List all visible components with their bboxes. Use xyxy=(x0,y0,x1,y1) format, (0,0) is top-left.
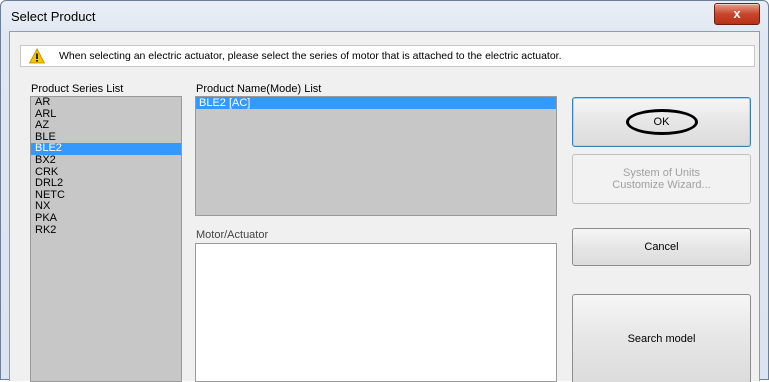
ok-button[interactable]: OK xyxy=(572,97,751,147)
dialog-body: When selecting an electric actuator, ple… xyxy=(9,31,760,382)
product-series-list[interactable]: AR ARL AZ BLE BLE2 BX2 CRK DRL2 NETC NX PKA RK2 xyxy=(30,96,182,382)
motor-actuator-list[interactable] xyxy=(195,243,557,382)
series-list-item[interactable]: ARL xyxy=(31,108,181,121)
notice-text: When selecting an electric actuator, ple… xyxy=(59,50,562,62)
search-model-button[interactable]: Search model xyxy=(572,294,751,382)
highlight-circle: OK xyxy=(625,109,698,135)
series-list-item[interactable]: NETC xyxy=(31,189,181,202)
dialog-title: Select Product xyxy=(11,9,96,24)
cancel-button-label: Cancel xyxy=(644,241,679,253)
select-product-dialog: Select Product x When selecting an elect… xyxy=(0,0,769,382)
product-series-label: Product Series List xyxy=(31,83,124,95)
close-icon: x xyxy=(733,6,741,21)
motor-actuator-label: Motor/Actuator xyxy=(196,229,269,241)
units-button-line1: System of Units xyxy=(622,167,701,179)
warning-icon xyxy=(29,48,45,64)
series-list-item[interactable]: AR xyxy=(31,97,181,109)
close-button[interactable]: x xyxy=(714,3,760,25)
series-list-item[interactable]: RK2 xyxy=(31,224,181,237)
ok-button-label: OK xyxy=(653,116,670,128)
system-of-units-button[interactable]: System of Units Customize Wizard... xyxy=(572,154,751,204)
product-name-list-item[interactable]: BLE2 [AC] xyxy=(196,97,556,109)
units-button-line2: Customize Wizard... xyxy=(612,179,711,191)
notice-bar: When selecting an electric actuator, ple… xyxy=(20,45,755,67)
cancel-button[interactable]: Cancel xyxy=(572,228,751,266)
title-bar[interactable]: Select Product x xyxy=(1,1,768,31)
series-list-item[interactable]: PKA xyxy=(31,212,181,225)
series-list-item[interactable]: DRL2 xyxy=(31,178,181,190)
series-list-item[interactable]: BX2 xyxy=(31,154,181,167)
product-name-label: Product Name(Mode) List xyxy=(196,83,322,95)
product-name-list[interactable]: BLE2 [AC] xyxy=(195,96,557,216)
search-model-button-label: Search model xyxy=(627,332,696,345)
